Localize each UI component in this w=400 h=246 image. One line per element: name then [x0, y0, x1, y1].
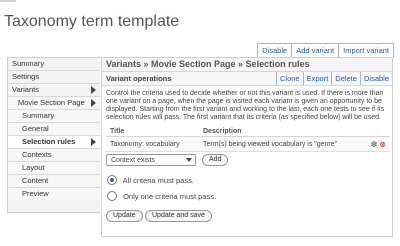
- sidebar-item-label: Summary: [12, 59, 45, 68]
- gear-icon[interactable]: ✼: [371, 140, 378, 149]
- criteria-header-row: Title Description: [106, 126, 390, 137]
- selection-description: Control the criteria used to decide whet…: [106, 90, 385, 121]
- sidebar-item-variant-summary[interactable]: Summary: [8, 109, 100, 122]
- sidebar-item-layout[interactable]: Layout: [8, 161, 100, 174]
- chevron-right-icon: [91, 99, 96, 107]
- chevron-right-icon: [91, 86, 96, 94]
- sidebar: Summary Settings Variants Movie Section …: [7, 57, 100, 213]
- panel-title: Variants » Movie Section Page » Selectio…: [102, 58, 392, 72]
- add-variant-link[interactable]: Add variant: [292, 44, 340, 57]
- sidebar-item-label: Selection rules: [22, 137, 76, 146]
- all-criteria-label: All criteria must pass.: [122, 176, 194, 185]
- one-criteria-label: Only one criteria must pass.: [123, 192, 217, 201]
- criteria-actions: ✼ ⊗: [360, 136, 390, 152]
- all-criteria-radio[interactable]: [107, 175, 117, 186]
- sidebar-item-label: Layout: [22, 163, 45, 172]
- chevron-down-icon: [186, 158, 192, 162]
- sidebar-item-label: Preview: [22, 189, 49, 198]
- sidebar-item-settings[interactable]: Settings: [8, 70, 100, 83]
- sidebar-item-movie-section-page[interactable]: Movie Section Page: [8, 96, 100, 109]
- sidebar-item-content[interactable]: Content: [8, 174, 100, 187]
- sidebar-item-contexts[interactable]: Contexts: [8, 148, 100, 161]
- criteria-description: Term(s) being viewed vocabulary is "genr…: [199, 136, 360, 152]
- sidebar-item-summary[interactable]: Summary: [8, 57, 100, 70]
- title-column-header: Title: [106, 126, 199, 137]
- variant-operations-bar: Variant operations Clone Export Delete D…: [102, 72, 392, 86]
- delete-link[interactable]: Delete: [332, 72, 361, 85]
- sidebar-item-variants[interactable]: Variants: [8, 83, 100, 96]
- disable-link[interactable]: Disable: [258, 44, 293, 57]
- export-link[interactable]: Export: [304, 72, 333, 85]
- one-criteria-radio[interactable]: [107, 191, 117, 202]
- sidebar-item-preview[interactable]: Preview: [8, 187, 100, 200]
- variant-disable-link[interactable]: Disable: [361, 72, 392, 85]
- criteria-type-select[interactable]: Context exists: [106, 154, 196, 166]
- import-variant-link[interactable]: Import variant: [339, 44, 393, 57]
- sidebar-item-label: Contexts: [22, 150, 52, 159]
- form-buttons: Update Update and save: [106, 210, 388, 224]
- update-button[interactable]: Update: [106, 210, 143, 222]
- one-criteria-option[interactable]: Only one criteria must pass.: [107, 191, 388, 203]
- variant-operations-actions: Clone Export Delete Disable: [276, 72, 392, 85]
- selection-rules-panel: Variants » Movie Section Page » Selectio…: [101, 57, 393, 237]
- sidebar-item-label: Summary: [22, 111, 55, 120]
- all-criteria-option[interactable]: All criteria must pass.: [107, 175, 388, 187]
- remove-icon[interactable]: ⊗: [379, 140, 386, 149]
- clone-link[interactable]: Clone: [277, 72, 304, 85]
- chevron-right-icon: [91, 138, 96, 146]
- sidebar-item-label: Movie Section Page: [18, 98, 85, 107]
- page: Taxonomy term template Disable Add varia…: [0, 0, 400, 246]
- page-title: Taxonomy term template: [4, 13, 180, 30]
- variant-operations-title: Variant operations: [106, 74, 172, 83]
- criteria-title: Taxonomy: vocabulary: [106, 136, 199, 152]
- sidebar-item-label: Settings: [12, 72, 40, 81]
- sidebar-item-general[interactable]: General: [8, 122, 100, 135]
- description-column-header: Description: [199, 126, 360, 137]
- sidebar-item-label: General: [22, 124, 49, 133]
- sidebar-item-label: Variants: [12, 85, 39, 94]
- table-row: Taxonomy: vocabulary Term(s) being viewe…: [106, 136, 390, 152]
- select-value: Context exists: [111, 157, 155, 164]
- add-criteria-button[interactable]: Add: [202, 154, 229, 166]
- sidebar-item-label: Content: [22, 176, 49, 185]
- update-and-save-button[interactable]: Update and save: [145, 210, 212, 222]
- top-mark: [0, 0, 16, 2]
- actions-column-header: [360, 126, 390, 137]
- criteria-table: Title Description Taxonomy: vocabulary T…: [106, 126, 390, 152]
- sidebar-item-selection-rules[interactable]: Selection rules: [8, 135, 100, 148]
- criteria-selector-row: Context exists Add: [106, 154, 388, 170]
- top-actions: Disable Add variant Import variant: [257, 43, 394, 58]
